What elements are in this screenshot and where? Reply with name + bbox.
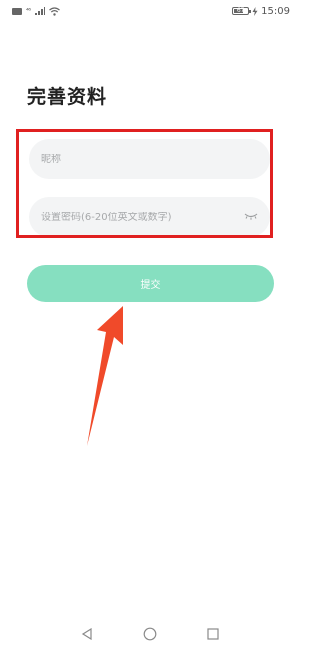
hd-icon xyxy=(12,7,22,15)
status-right: 67 15:09 xyxy=(232,6,290,17)
charging-icon xyxy=(252,6,258,16)
home-icon[interactable] xyxy=(140,624,160,644)
status-left: ⁴⁶ xyxy=(12,6,60,16)
clock: 15:09 xyxy=(261,5,290,17)
page-title: 完善资料 xyxy=(27,86,108,108)
wifi-icon xyxy=(48,6,60,16)
status-bar: ⁴⁶ 67 15:09 xyxy=(0,0,300,22)
signal-icon xyxy=(34,7,45,15)
battery-icon: 67 xyxy=(232,7,252,15)
screen: ⁴⁶ 67 15:09 完善资料 昵称 提交 xyxy=(0,0,300,650)
back-icon[interactable] xyxy=(77,624,97,644)
navigation-bar xyxy=(0,620,300,650)
recent-apps-icon[interactable] xyxy=(203,624,223,644)
annotation-highlight-box xyxy=(16,129,273,238)
battery-level: 67 xyxy=(236,7,245,14)
network-type-text: ⁴⁶ xyxy=(26,7,31,15)
submit-button[interactable]: 提交 xyxy=(27,265,274,302)
